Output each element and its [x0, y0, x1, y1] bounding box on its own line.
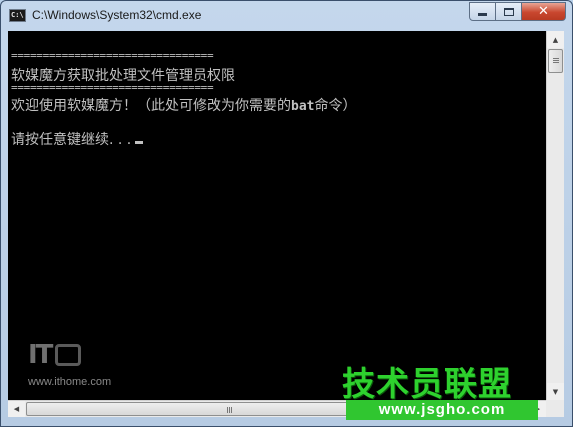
scroll-up-arrow-icon[interactable]: ▲: [547, 31, 564, 48]
close-button[interactable]: ✕: [522, 2, 566, 21]
jsgho-title: 技术员联盟: [342, 364, 512, 403]
scrollbar-corner: [546, 400, 564, 417]
welcome-line: 欢迎使用软媒魔方！（此处可修改为你需要的bat命令）: [11, 95, 356, 115]
cmd-app-icon[interactable]: C:\: [9, 9, 26, 22]
grip-line: [553, 62, 559, 63]
welcome-bat: bat: [291, 99, 315, 114]
window-title: C:\Windows\System32\cmd.exe: [32, 8, 202, 22]
jsgho-watermark: 技术员联盟: [342, 357, 512, 405]
scroll-down-arrow-icon[interactable]: ▼: [547, 383, 564, 400]
title-bar[interactable]: C:\ C:\Windows\System32\cmd.exe ✕: [1, 1, 572, 31]
welcome-suffix: 命令）: [314, 98, 357, 114]
prompt-text: 请按任意键继续. . .: [11, 132, 132, 148]
separator-line: ================================: [11, 81, 214, 94]
minimize-button[interactable]: [469, 2, 496, 21]
grip-line: [229, 407, 230, 413]
prompt-line: 请按任意键继续. . .: [11, 129, 144, 149]
grip-line: [231, 407, 232, 413]
text-cursor: [135, 141, 144, 144]
close-icon: ✕: [538, 4, 549, 19]
maximize-icon: [503, 7, 514, 16]
ithome-logo: IT: [28, 340, 53, 370]
maximize-button[interactable]: [496, 2, 522, 21]
grip-line: [227, 407, 228, 413]
welcome-prefix: 欢迎使用软媒魔方！（此处可修改为你需要的: [11, 98, 291, 114]
grip-line: [553, 58, 559, 59]
jsgho-url: www.jsgho.com: [346, 400, 538, 420]
minimize-icon: [478, 13, 487, 16]
caption-buttons: ✕: [469, 2, 566, 21]
ithome-watermark: IT: [28, 340, 82, 370]
scroll-left-arrow-icon[interactable]: ◀: [8, 401, 25, 417]
vertical-scrollbar[interactable]: ▲ ▼: [546, 31, 564, 400]
grip-line: [553, 60, 559, 61]
ithome-url: www.ithome.com: [28, 376, 112, 388]
ithome-mark-icon: [55, 344, 82, 366]
console-output[interactable]: ================================ 软媒魔方获取批…: [8, 31, 546, 400]
vertical-scroll-thumb[interactable]: [548, 49, 563, 73]
separator-line: ================================: [11, 49, 214, 62]
